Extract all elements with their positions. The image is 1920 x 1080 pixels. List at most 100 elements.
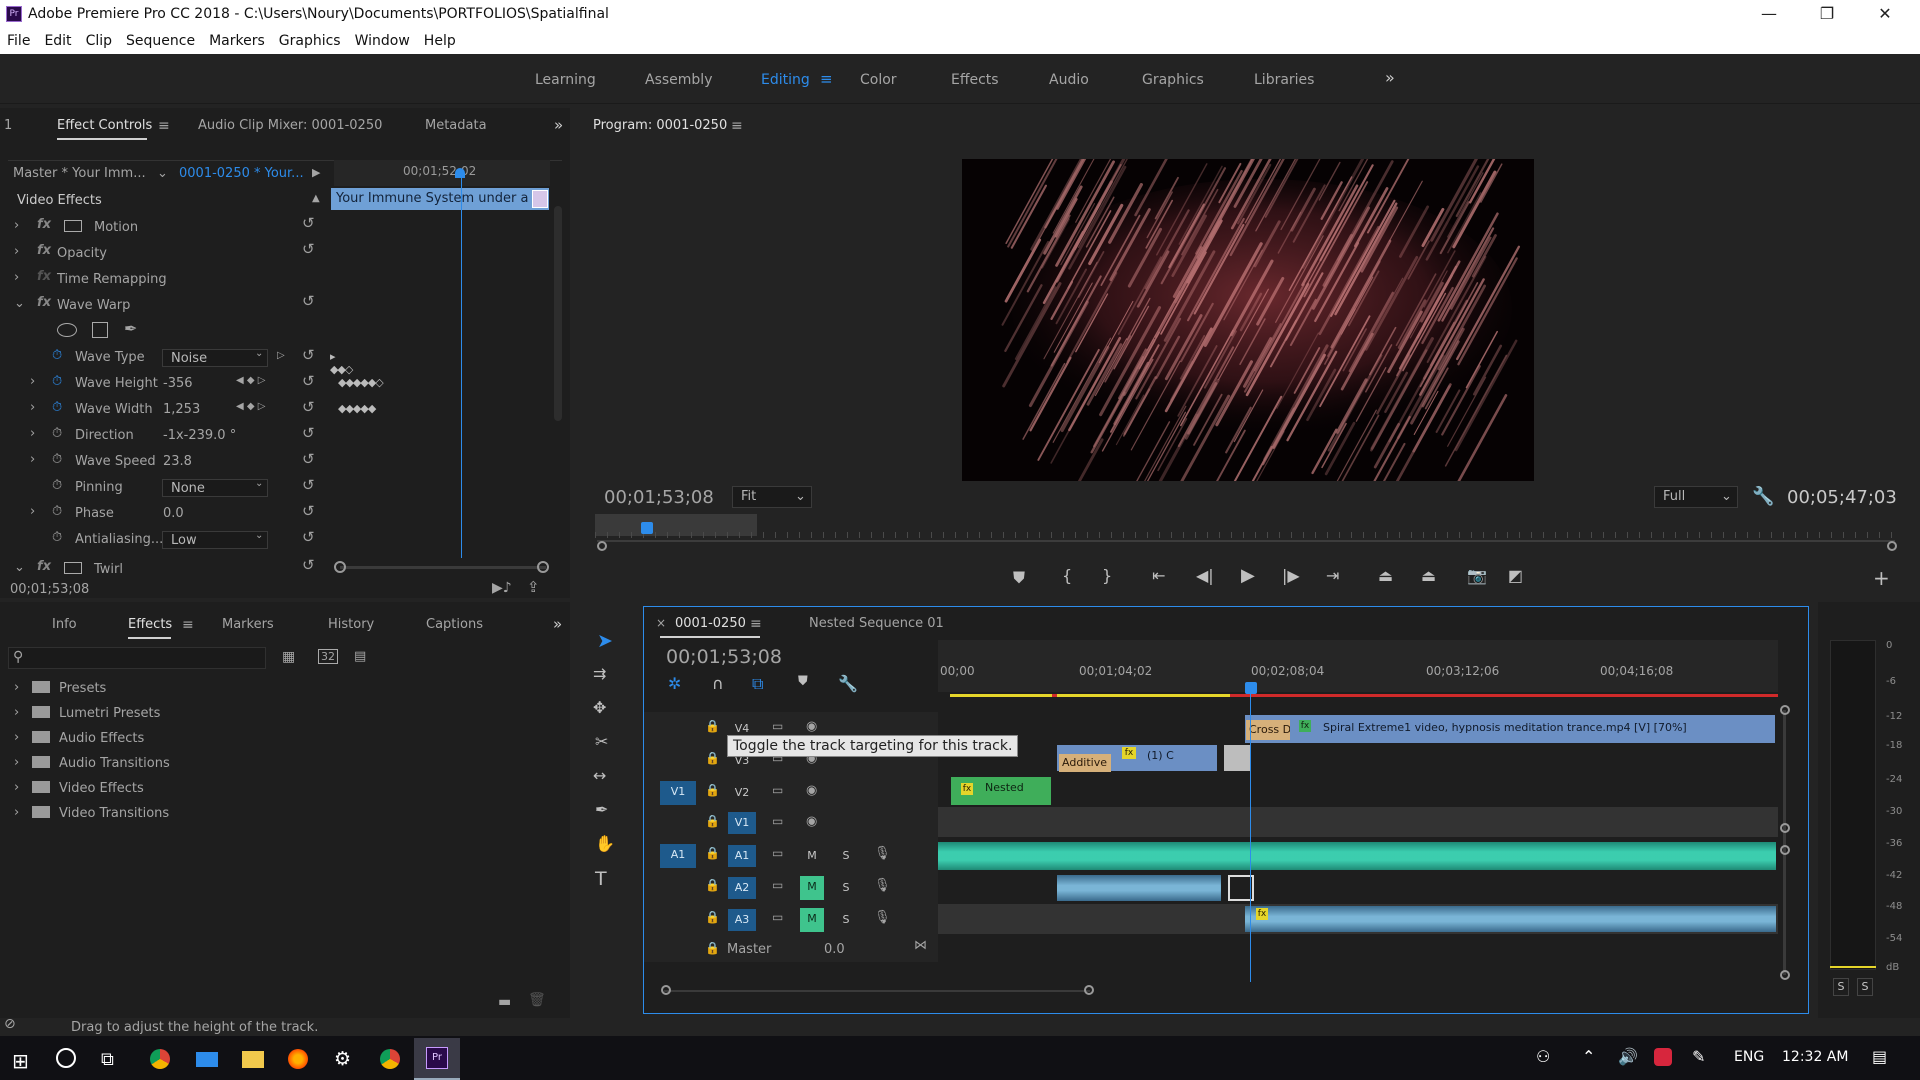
reset-icon[interactable]: ↺: [302, 292, 315, 310]
zoom-level-dropdown[interactable]: Fit ⌄: [732, 486, 812, 508]
filter-property-icon[interactable]: ▶♪: [492, 580, 512, 596]
razor-tool-icon[interactable]: ✂: [595, 732, 608, 751]
monitor-zoom-scrollbar[interactable]: [597, 540, 1895, 542]
tab-menu-icon[interactable]: ≡: [731, 118, 743, 134]
timeline-timecode[interactable]: 00;01;53;08: [666, 646, 782, 668]
mail-icon[interactable]: [196, 1052, 218, 1067]
source-patch-v1[interactable]: V1: [660, 781, 696, 805]
workspace-learning[interactable]: Learning: [535, 72, 596, 88]
extract-icon[interactable]: ⏏: [1421, 566, 1436, 585]
zoom-handle-right[interactable]: [537, 561, 549, 573]
lock-icon[interactable]: 🔒: [705, 846, 720, 860]
tab-audio-clip-mixer[interactable]: Audio Clip Mixer: 0001-0250: [198, 118, 382, 133]
chevron-down-icon[interactable]: ⌄: [157, 166, 168, 181]
effect-motion[interactable]: Motion: [94, 220, 138, 235]
zoom-handle-left[interactable]: [597, 541, 607, 551]
type-tool-icon[interactable]: T: [595, 868, 607, 890]
pen-tool-icon[interactable]: ✒: [595, 800, 608, 819]
expand-opacity-icon[interactable]: ›: [14, 244, 19, 259]
expand-time-remap-icon[interactable]: ›: [14, 270, 19, 285]
microphone-icon[interactable]: 🎙: [874, 878, 891, 893]
file-explorer-icon[interactable]: [242, 1051, 264, 1068]
effects-search-input[interactable]: ⚲: [8, 647, 266, 669]
rect-mask-icon[interactable]: [92, 322, 108, 338]
chrome-icon[interactable]: [150, 1049, 170, 1069]
zoom-handle-right[interactable]: [1084, 985, 1094, 995]
lock-icon[interactable]: 🔒: [705, 910, 720, 924]
expand-icon[interactable]: ›: [30, 400, 35, 415]
menu-help[interactable]: Help: [417, 30, 463, 52]
wrench-icon[interactable]: 🔧: [1752, 486, 1774, 507]
transition-cross-dissolve[interactable]: Cross D: [1246, 720, 1290, 740]
input-language[interactable]: ENG: [1734, 1049, 1764, 1065]
tab-nested-sequence-01[interactable]: Nested Sequence 01: [809, 616, 944, 631]
timeline-vertical-scrollbar[interactable]: [1783, 710, 1786, 975]
mark-in-icon[interactable]: {: [1062, 566, 1072, 585]
reset-icon[interactable]: ↺: [302, 424, 315, 442]
track-label-a1[interactable]: A1: [728, 845, 756, 867]
keyframes-wave-type[interactable]: ▸ ◆◆◇: [330, 350, 353, 376]
keyframes-wave-width[interactable]: ◆◆◆◆◆: [338, 402, 376, 415]
reset-icon[interactable]: ↺: [302, 372, 315, 390]
track-label-a2[interactable]: A2: [728, 877, 756, 899]
expand-icon[interactable]: ›: [30, 452, 35, 467]
solo-button[interactable]: S: [836, 909, 856, 931]
keyframes-wave-height[interactable]: ◆◆◆◆◆◇: [338, 376, 384, 389]
workspace-assembly[interactable]: Assembly: [645, 72, 712, 88]
play-only-audio-icon[interactable]: ▶: [312, 166, 320, 179]
stopwatch-icon[interactable]: ⏱: [52, 348, 62, 363]
tab-menu-icon[interactable]: ≡: [750, 616, 762, 632]
lock-icon[interactable]: 🔒: [705, 878, 720, 892]
task-view-icon[interactable]: ⧉: [101, 1049, 114, 1070]
workspace-color[interactable]: Color: [860, 72, 897, 88]
folder-video-transitions[interactable]: Video Transitions: [59, 806, 169, 821]
list-item[interactable]: ›: [14, 705, 19, 720]
monitor-playhead[interactable]: [641, 522, 653, 534]
stopwatch-icon[interactable]: ⏱: [52, 400, 62, 415]
audio-clip-a3[interactable]: [1245, 906, 1776, 932]
menu-sequence[interactable]: Sequence: [119, 30, 202, 52]
keyframe-nav-icon[interactable]: ◀ ◆ ▷: [236, 401, 265, 412]
go-to-out-icon[interactable]: ⇥: [1326, 566, 1339, 585]
menu-markers[interactable]: Markers: [202, 30, 272, 52]
clip-spiral-extreme[interactable]: fx Spiral Extreme1 video, hypnosis medit…: [1245, 715, 1775, 743]
fx-motion-icon[interactable]: fx: [37, 217, 51, 232]
play-icon[interactable]: ▶: [1241, 565, 1255, 586]
timeline-horizontal-scrollbar[interactable]: [664, 990, 1090, 992]
audio-clip-a1[interactable]: [938, 842, 1776, 870]
step-forward-icon[interactable]: |▶: [1282, 566, 1300, 585]
track-label-a3[interactable]: A3: [728, 909, 756, 931]
reset-icon[interactable]: ↺: [302, 528, 315, 546]
effect-twirl[interactable]: Twirl: [94, 562, 123, 577]
close-tab-icon[interactable]: ×: [656, 616, 666, 630]
stopwatch-icon[interactable]: ⏱: [52, 452, 62, 467]
panel-overflow-icon[interactable]: »: [554, 116, 563, 134]
mute-button-active[interactable]: M: [800, 876, 824, 900]
scroll-handle[interactable]: [1780, 823, 1790, 833]
timeline-settings-wrench-icon[interactable]: 🔧: [838, 674, 858, 693]
lock-icon[interactable]: 🔒: [705, 814, 720, 828]
tray-app-icon[interactable]: [1654, 1048, 1672, 1066]
firefox-icon[interactable]: [288, 1049, 308, 1069]
stopwatch-icon[interactable]: ⏱: [52, 374, 62, 389]
add-marker-icon[interactable]: ⛊: [1013, 568, 1025, 588]
tab-effect-controls[interactable]: Effect Controls: [57, 118, 152, 133]
ec-zoom-scrollbar[interactable]: [340, 566, 546, 569]
transform-icon[interactable]: [64, 562, 82, 574]
tab-effects[interactable]: Effects: [128, 617, 172, 632]
tab-captions[interactable]: Captions: [426, 617, 483, 632]
chevron-up-icon[interactable]: ⌃: [1582, 1047, 1595, 1066]
track-label-v2[interactable]: V2: [728, 782, 756, 804]
menu-edit[interactable]: Edit: [37, 30, 78, 52]
menu-window[interactable]: Window: [348, 30, 417, 52]
sync-lock-icon[interactable]: ▭: [772, 878, 783, 892]
mute-button-active[interactable]: M: [800, 908, 824, 932]
wave-height-value[interactable]: -356: [163, 376, 193, 391]
transform-icon[interactable]: [64, 220, 82, 232]
nest-icon[interactable]: ✲: [668, 674, 681, 693]
close-button[interactable]: ✕: [1856, 0, 1914, 30]
go-to-in-icon[interactable]: ⇤: [1152, 566, 1165, 585]
tab-menu-icon[interactable]: ≡: [158, 118, 170, 134]
delete-icon[interactable]: 🗑: [528, 992, 546, 1008]
expand-motion-icon[interactable]: ›: [14, 218, 19, 233]
